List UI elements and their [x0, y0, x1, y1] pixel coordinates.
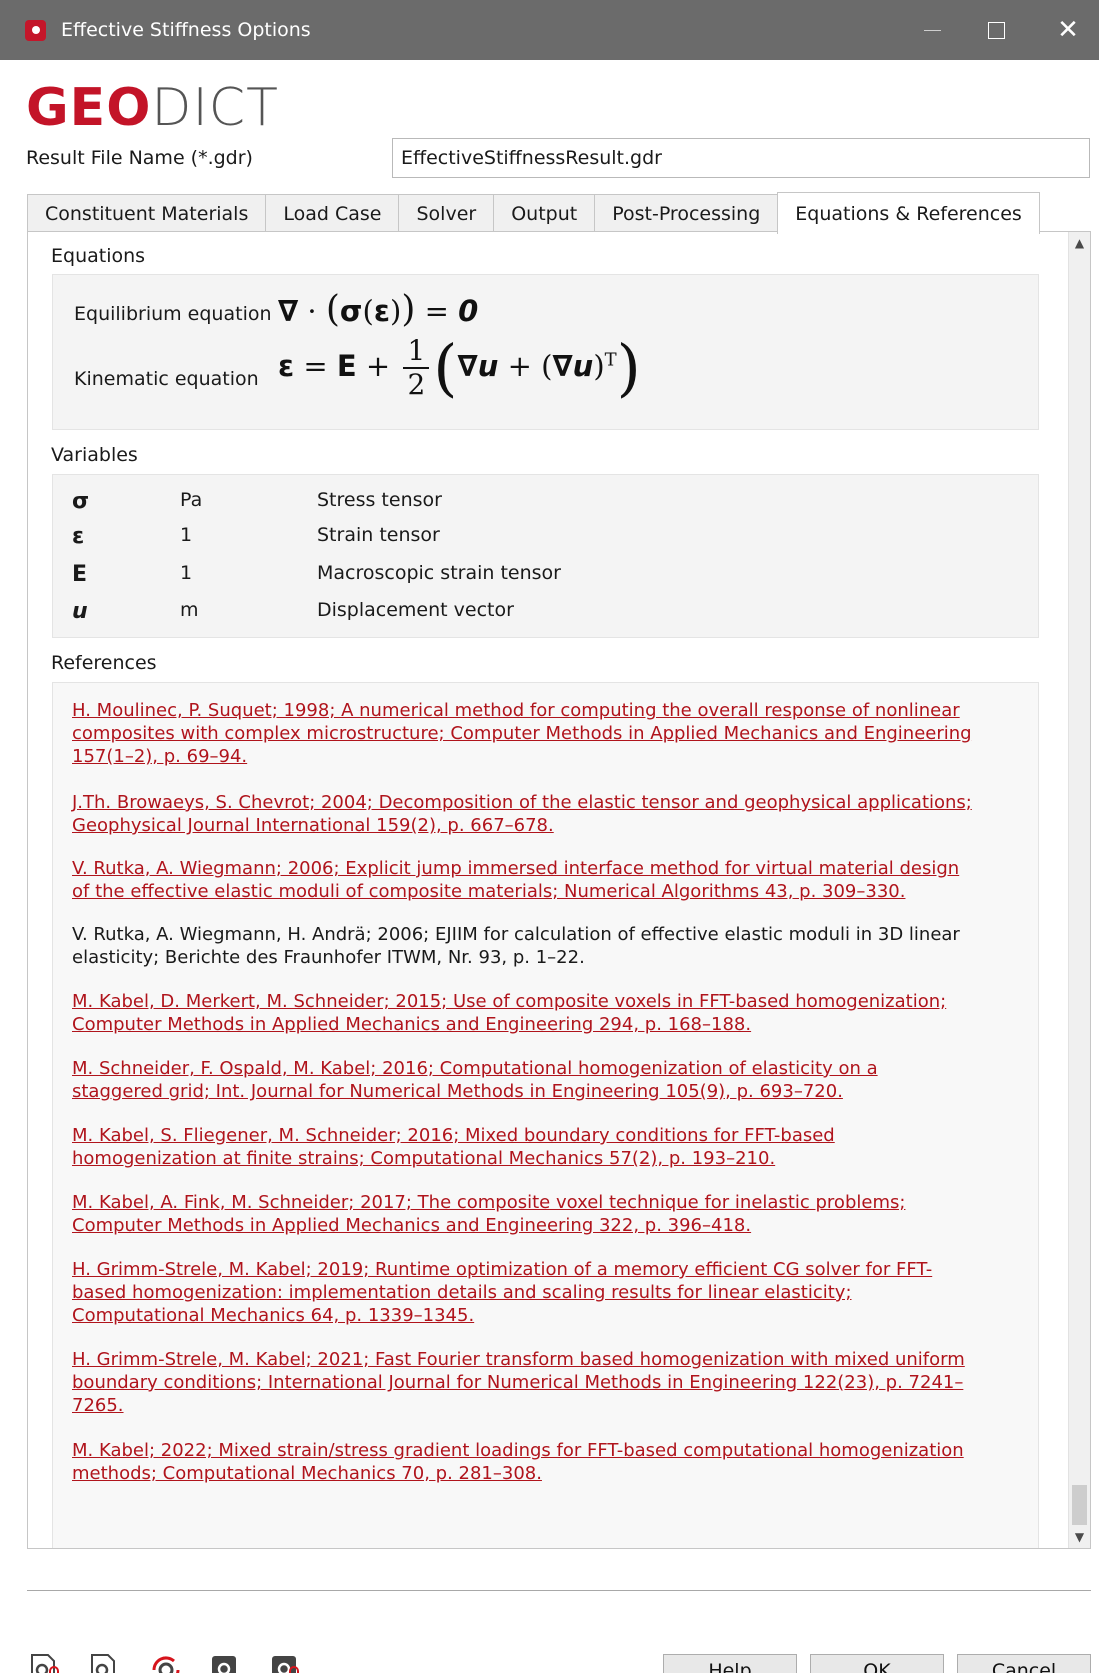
- variable-row: E 1 Macroscopic strain tensor: [53, 562, 1038, 592]
- minimize-button[interactable]: [900, 0, 964, 60]
- variable-unit: 1: [180, 524, 193, 546]
- variable-description: Displacement vector: [317, 599, 514, 621]
- result-file-input[interactable]: [392, 138, 1090, 178]
- close-button[interactable]: ✕: [1036, 0, 1099, 60]
- variable-row: u m Displacement vector: [53, 599, 1038, 629]
- variables-box: σ Pa Stress tensor ε 1 Strain tensor E 1…: [52, 474, 1039, 638]
- variable-row: ε 1 Strain tensor: [53, 524, 1038, 554]
- scroll-down-arrow-icon[interactable]: ▼: [1069, 1526, 1090, 1548]
- reference-link[interactable]: M. Schneider, F. Ospald, M. Kabel; 2016;…: [72, 1057, 972, 1103]
- equilibrium-equation-label: Equilibrium equation: [74, 303, 272, 325]
- reference-link[interactable]: H. Grimm-Strele, M. Kabel; 2021; Fast Fo…: [72, 1348, 972, 1417]
- equations-heading: Equations: [51, 245, 146, 267]
- save-settings-icon[interactable]: [88, 1652, 118, 1673]
- maximize-button[interactable]: [964, 0, 1028, 60]
- reference-link[interactable]: M. Kabel, D. Merkert, M. Schneider; 2015…: [72, 990, 972, 1036]
- reference-link[interactable]: M. Kabel, S. Fliegener, M. Schneider; 20…: [72, 1124, 972, 1170]
- tab-output[interactable]: Output: [493, 194, 596, 232]
- title-bar: Effective Stiffness Options ✕: [0, 0, 1099, 60]
- scrollbar-thumb[interactable]: [1072, 1485, 1087, 1525]
- variable-row: σ Pa Stress tensor: [53, 489, 1038, 519]
- result-file-label: Result File Name (*.gdr): [26, 147, 253, 169]
- variable-description: Stress tensor: [317, 489, 442, 511]
- reference-link[interactable]: J.Th. Browaeys, S. Chevrot; 2004; Decomp…: [72, 791, 972, 837]
- reference-link[interactable]: V. Rutka, A. Wiegmann; 2006; Explicit ju…: [72, 857, 972, 903]
- edit-settings-icon[interactable]: [208, 1652, 238, 1673]
- tab-bar: Constituent Materials Load Case Solver O…: [27, 192, 1040, 234]
- variable-unit: 1: [180, 562, 193, 584]
- geodict-logo: GEODICT: [26, 78, 279, 138]
- reference-link[interactable]: H. Grimm-Strele, M. Kabel; 2019; Runtime…: [72, 1258, 972, 1327]
- ok-button[interactable]: OK: [810, 1654, 944, 1673]
- tab-post-processing[interactable]: Post-Processing: [594, 194, 779, 232]
- variable-description: Macroscopic strain tensor: [317, 562, 561, 584]
- reference-link[interactable]: M. Kabel, A. Fink, M. Schneider; 2017; T…: [72, 1191, 972, 1237]
- kinematic-equation-label: Kinematic equation: [74, 368, 259, 390]
- maximize-icon: [987, 21, 1005, 39]
- reference-text: V. Rutka, A. Wiegmann, H. Andrä; 2006; E…: [72, 924, 960, 968]
- close-icon: ✕: [1057, 15, 1079, 45]
- scroll-up-arrow-icon[interactable]: ▲: [1069, 232, 1090, 254]
- kinematic-equation-formula: ε = E + 1 2 (∇u + (∇u)T): [278, 331, 641, 404]
- minimize-icon: [923, 29, 941, 31]
- variable-symbol: u: [72, 599, 88, 624]
- variable-description: Strain tensor: [317, 524, 440, 546]
- variables-heading: Variables: [51, 444, 138, 466]
- tab-load-case[interactable]: Load Case: [265, 194, 400, 232]
- variable-symbol: σ: [72, 489, 90, 514]
- tab-constituent-materials[interactable]: Constituent Materials: [27, 194, 267, 232]
- equilibrium-equation-formula: ∇ · (σ(ε)) = 0: [278, 289, 479, 330]
- tab-solver[interactable]: Solver: [398, 194, 495, 232]
- cancel-button[interactable]: Cancel: [957, 1654, 1091, 1673]
- tab-panel: Equations Equilibrium equation ∇ · (σ(ε)…: [27, 231, 1091, 1549]
- variable-unit: m: [180, 599, 199, 621]
- load-settings-locked-icon[interactable]: [28, 1652, 59, 1673]
- reference-link[interactable]: M. Kabel; 2022; Mixed strain/stress grad…: [72, 1439, 972, 1485]
- app-icon: [25, 19, 46, 41]
- variable-symbol: ε: [72, 524, 85, 549]
- equations-box: Equilibrium equation ∇ · (σ(ε)) = 0 Kine…: [52, 274, 1039, 430]
- panel-content: Equations Equilibrium equation ∇ · (σ(ε)…: [28, 232, 1068, 1548]
- variable-unit: Pa: [180, 489, 203, 511]
- lock-settings-icon[interactable]: [268, 1652, 299, 1673]
- reset-settings-icon[interactable]: [148, 1652, 180, 1673]
- vertical-scrollbar[interactable]: ▲ ▼: [1068, 232, 1090, 1548]
- reference-link[interactable]: H. Moulinec, P. Suquet; 1998; A numerica…: [72, 699, 972, 768]
- references-box: H. Moulinec, P. Suquet; 1998; A numerica…: [52, 682, 1039, 1548]
- variable-symbol: E: [72, 562, 88, 587]
- tab-equations-references[interactable]: Equations & References: [777, 192, 1040, 234]
- references-heading: References: [51, 652, 157, 674]
- window-title: Effective Stiffness Options: [61, 19, 311, 41]
- footer-divider: [27, 1590, 1091, 1592]
- help-button[interactable]: Help: [663, 1654, 797, 1673]
